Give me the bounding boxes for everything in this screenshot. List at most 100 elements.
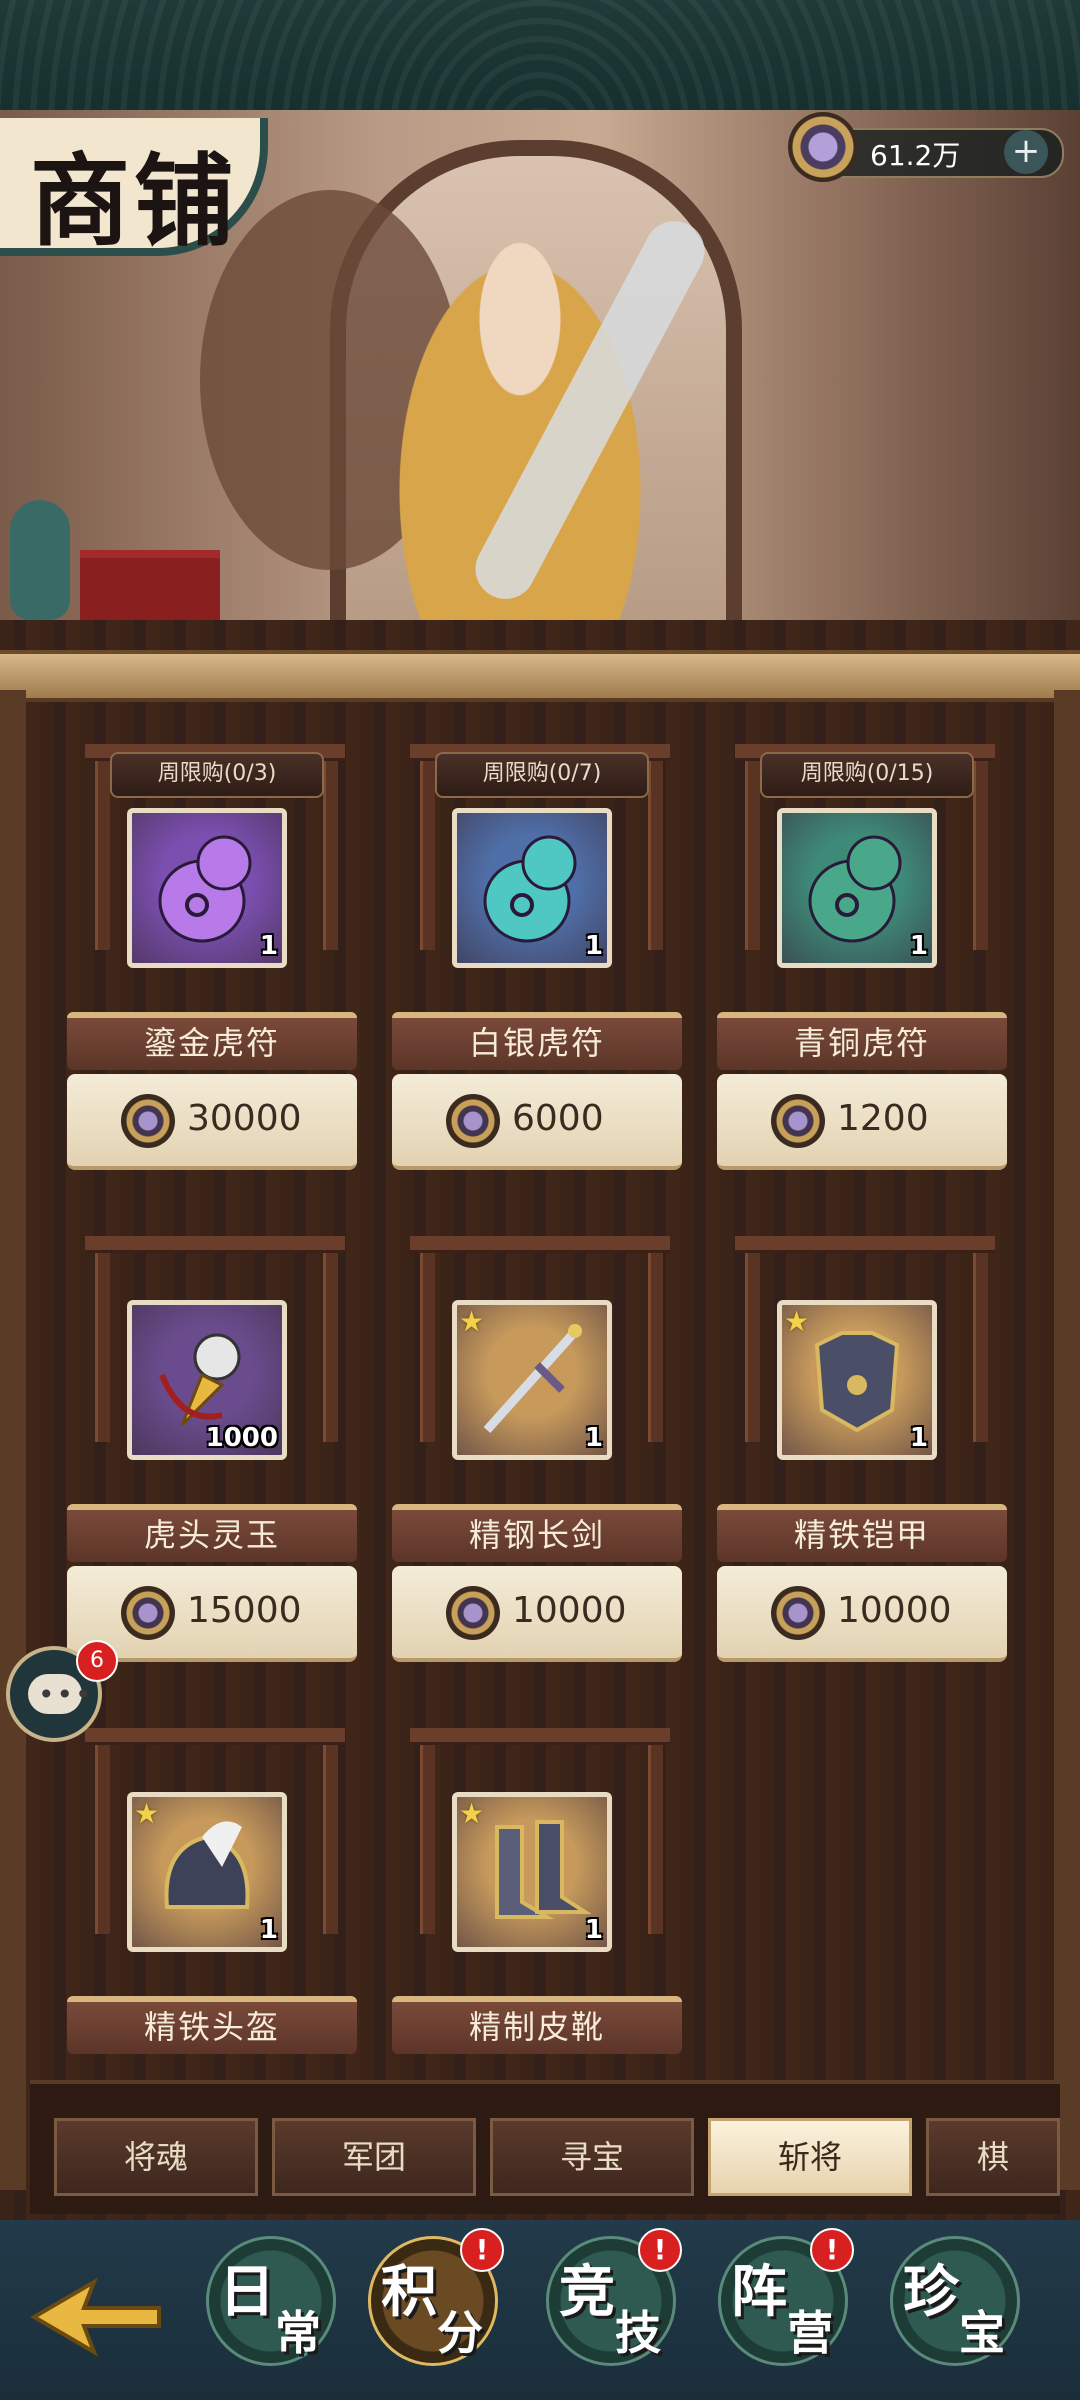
add-currency-button[interactable]: + <box>1004 130 1048 174</box>
teal-tiger-tally-icon-art <box>483 835 577 943</box>
price-tag[interactable]: 30000 <box>67 1074 357 1170</box>
nav-label-main: 积 <box>381 2259 437 2325</box>
shop-item-card[interactable]: 周限购(0/15) 1 青铜虎符 1200 <box>715 740 1015 1180</box>
stand-post <box>973 1242 988 1442</box>
item-quantity: 1000 <box>205 1423 278 1453</box>
price-tag[interactable]: 10000 <box>717 1566 1007 1662</box>
item-name: 青铜虎符 <box>717 1012 1007 1070</box>
stand-post <box>648 1242 663 1442</box>
stand-beam <box>410 1236 670 1253</box>
currency-coin-icon <box>446 1586 500 1640</box>
currency-value: 61.2万 <box>870 139 961 172</box>
item-price: 15000 <box>187 1590 302 1631</box>
frame-left-pillar <box>0 690 26 2190</box>
chat-unread-badge: 6 <box>76 1640 118 1682</box>
item-quantity: 1 <box>909 1423 928 1453</box>
chat-dots-icon: ••• <box>38 1678 94 1711</box>
armor-icon-art <box>814 1331 900 1433</box>
purchase-limit-label: 周限购(0/15) <box>760 752 974 798</box>
nav-button-1[interactable]: 日常 <box>206 2236 336 2366</box>
stand-post <box>420 1242 435 1442</box>
nav-button-5[interactable]: 珍宝 <box>890 2236 1020 2366</box>
back-arrow-icon[interactable] <box>24 2272 164 2362</box>
item-price: 30000 <box>187 1098 302 1139</box>
page-title: 商铺 <box>30 142 238 260</box>
purchase-limit-label: 周限购(0/7) <box>435 752 649 798</box>
stand-beam <box>410 1728 670 1745</box>
tab-1[interactable]: 将魂 <box>54 2118 258 2196</box>
boots-icon[interactable]: ★ 1 <box>452 1792 612 1952</box>
item-name: 虎头灵玉 <box>67 1504 357 1562</box>
boots-icon-art <box>495 1820 592 1919</box>
item-price: 6000 <box>512 1098 604 1139</box>
stand-post <box>420 1734 435 1934</box>
tab-2[interactable]: 军团 <box>272 2118 476 2196</box>
item-quantity: 1 <box>259 931 278 961</box>
star-icon: ★ <box>784 1305 810 1338</box>
price-tag[interactable]: 6000 <box>392 1074 682 1170</box>
nav-label-sub: 常 <box>275 2306 321 2360</box>
helmet-icon-art <box>164 1821 250 1909</box>
item-quantity: 1 <box>584 1915 603 1945</box>
star-icon: ★ <box>134 1797 160 1830</box>
price-tag[interactable]: 1200 <box>717 1074 1007 1170</box>
item-name: 精制皮靴 <box>392 1996 682 2054</box>
nav-label-main: 竞 <box>559 2259 615 2325</box>
item-name: 精钢长剑 <box>392 1504 682 1562</box>
currency-coin-icon <box>771 1094 825 1148</box>
alert-badge: ! <box>810 2228 854 2272</box>
shop-item-card[interactable]: 周限购(0/7) 1 白银虎符 6000 <box>390 740 690 1180</box>
nav-label-main: 日 <box>219 2259 275 2325</box>
teal-tiger-tally-icon[interactable]: 1 <box>452 808 612 968</box>
star-icon: ★ <box>459 1305 485 1338</box>
green-tiger-tally-icon[interactable]: 1 <box>777 808 937 968</box>
item-price: 1200 <box>837 1098 929 1139</box>
vase <box>10 500 70 620</box>
stand-post <box>973 750 988 950</box>
shop-item-card[interactable]: 1000 虎头灵玉 15000 <box>65 1232 365 1672</box>
tab-5[interactable]: 棋 <box>926 2118 1060 2196</box>
top-bar <box>0 0 1080 110</box>
currency-coin-icon <box>446 1094 500 1148</box>
nav-label-main: 珍 <box>903 2259 959 2325</box>
star-icon: ★ <box>459 1797 485 1830</box>
helmet-icon[interactable]: ★ 1 <box>127 1792 287 1952</box>
price-tag[interactable]: 10000 <box>392 1566 682 1662</box>
shop-item-card[interactable]: ★ 1 精钢长剑 10000 <box>390 1232 690 1672</box>
item-quantity: 1 <box>259 1915 278 1945</box>
sword-icon[interactable]: ★ 1 <box>452 1300 612 1460</box>
item-quantity: 1 <box>584 1423 603 1453</box>
stand-post <box>323 1242 338 1442</box>
nav-label-sub: 技 <box>615 2306 661 2360</box>
stand-post <box>745 1242 760 1442</box>
stand-beam <box>85 1236 345 1253</box>
armor-icon[interactable]: ★ 1 <box>777 1300 937 1460</box>
stand-post <box>648 1734 663 1934</box>
purple-tiger-tally-icon[interactable]: 1 <box>127 808 287 968</box>
alert-badge: ! <box>460 2228 504 2272</box>
stand-post <box>323 1734 338 1934</box>
shop-item-card[interactable]: ★ 1 精铁铠甲 10000 <box>715 1232 1015 1672</box>
purchase-limit-label: 周限购(0/3) <box>110 752 324 798</box>
currency-coin-icon <box>788 112 858 182</box>
tiger-jade-icon[interactable]: 1000 <box>127 1300 287 1460</box>
item-quantity: 1 <box>584 931 603 961</box>
stand-post <box>420 750 435 950</box>
currency-coin-icon <box>121 1094 175 1148</box>
stand-beam <box>85 1728 345 1745</box>
currency-coin-icon <box>121 1586 175 1640</box>
stand-post <box>745 750 760 950</box>
item-price: 10000 <box>837 1590 952 1631</box>
stand-post <box>95 1734 110 1934</box>
item-quantity: 1 <box>909 931 928 961</box>
green-tiger-tally-icon-art <box>808 835 902 943</box>
currency-coin-icon <box>771 1586 825 1640</box>
shop-item-card[interactable]: 周限购(0/3) 1 鎏金虎符 30000 <box>65 740 365 1180</box>
frame-top-trim <box>0 650 1080 702</box>
tab-3[interactable]: 寻宝 <box>490 2118 694 2196</box>
item-name: 精铁铠甲 <box>717 1504 1007 1562</box>
tab-4[interactable]: 斩将 <box>708 2118 912 2196</box>
frame-right-pillar <box>1054 690 1080 2190</box>
item-name: 白银虎符 <box>392 1012 682 1070</box>
nav-label-sub: 分 <box>437 2306 483 2360</box>
